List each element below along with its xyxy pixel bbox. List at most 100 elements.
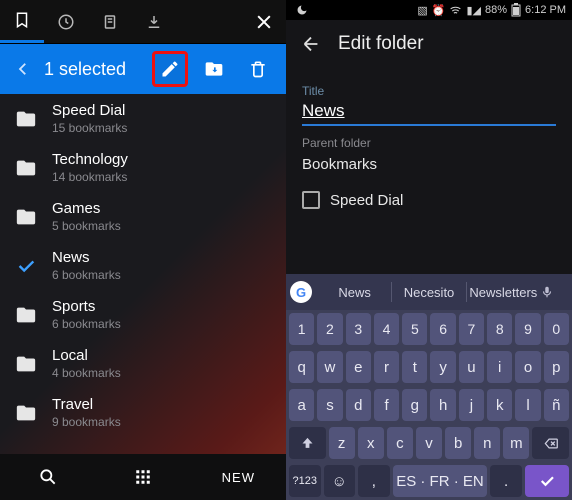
folder-sub: 9 bookmarks — [52, 415, 121, 429]
back-arrow[interactable] — [300, 33, 322, 55]
key-r[interactable]: r — [374, 351, 399, 383]
title-label: Title — [302, 84, 556, 98]
key-6[interactable]: 6 — [430, 313, 455, 345]
history-tab[interactable] — [44, 13, 88, 31]
space-key[interactable]: ES · FR · EN — [393, 465, 488, 497]
saved-pages-tab[interactable] — [88, 13, 132, 31]
key-g[interactable]: g — [402, 389, 427, 421]
shift-key[interactable] — [289, 427, 326, 459]
key-z[interactable]: z — [329, 427, 355, 459]
google-icon[interactable]: G — [290, 281, 312, 303]
folder-row[interactable]: Games 5 bookmarks — [0, 192, 286, 241]
key-b[interactable]: b — [445, 427, 471, 459]
battery-icon — [511, 3, 521, 17]
key-5[interactable]: 5 — [402, 313, 427, 345]
key-ñ[interactable]: ñ — [544, 389, 569, 421]
key-i[interactable]: i — [487, 351, 512, 383]
period-key[interactable]: . — [490, 465, 522, 497]
dnd-icon — [296, 4, 308, 16]
key-4[interactable]: 4 — [374, 313, 399, 345]
suggestion-3[interactable]: Newsletters — [469, 285, 538, 300]
suggestion-2[interactable]: Necesito — [394, 285, 463, 300]
key-d[interactable]: d — [346, 389, 371, 421]
checkbox-icon[interactable] — [302, 191, 320, 209]
backspace-key[interactable] — [532, 427, 569, 459]
folder-row[interactable]: Sports 6 bookmarks — [0, 290, 286, 339]
folder-row[interactable]: Speed Dial15 bookmarks — [0, 94, 286, 143]
key-t[interactable]: t — [402, 351, 427, 383]
edit-button[interactable] — [152, 51, 188, 87]
folder-list[interactable]: Speed Dial15 bookmarksTechnology14 bookm… — [0, 94, 286, 454]
key-j[interactable]: j — [459, 389, 484, 421]
signal-icon: ▮◢ — [466, 4, 481, 17]
key-e[interactable]: e — [346, 351, 371, 383]
folder-icon — [14, 303, 38, 327]
parent-label: Parent folder — [302, 136, 556, 150]
new-button[interactable]: NEW — [191, 470, 286, 485]
key-m[interactable]: m — [503, 427, 529, 459]
close-button[interactable] — [242, 12, 286, 32]
folder-icon — [14, 107, 38, 131]
done-key[interactable] — [525, 465, 569, 497]
speeddial-row[interactable]: Speed Dial — [302, 191, 556, 209]
key-q[interactable]: q — [289, 351, 314, 383]
apps-button[interactable] — [95, 468, 190, 486]
parent-folder[interactable]: Bookmarks — [302, 156, 556, 173]
key-o[interactable]: o — [515, 351, 540, 383]
folder-name: Local — [52, 347, 121, 364]
folder-row[interactable]: Technology14 bookmarks — [0, 143, 286, 192]
emoji-key[interactable]: ☺ — [324, 465, 356, 497]
key-v[interactable]: v — [416, 427, 442, 459]
folder-name: Technology — [52, 151, 128, 168]
key-x[interactable]: x — [358, 427, 384, 459]
speeddial-label: Speed Dial — [330, 192, 403, 209]
folder-row[interactable]: Travel9 bookmarks — [0, 388, 286, 437]
key-h[interactable]: h — [430, 389, 455, 421]
folder-sub: 6 bookmarks — [52, 317, 121, 331]
selection-count: 1 selected — [44, 59, 144, 80]
keyboard: G News Necesito Newsletters 1234567890 q… — [286, 274, 572, 500]
symbols-key[interactable]: ?123 — [289, 465, 321, 497]
bookmarks-tab[interactable] — [0, 0, 44, 43]
key-2[interactable]: 2 — [317, 313, 342, 345]
comma-key[interactable]: , — [358, 465, 390, 497]
folder-sub: 5 bookmarks — [52, 219, 121, 233]
nfc-icon: ▧ — [417, 4, 427, 17]
key-n[interactable]: n — [474, 427, 500, 459]
key-3[interactable]: 3 — [346, 313, 371, 345]
key-c[interactable]: c — [387, 427, 413, 459]
folder-row[interactable]: News6 bookmarks — [0, 241, 286, 290]
search-button[interactable] — [0, 467, 95, 487]
suggestion-1[interactable]: News — [320, 285, 389, 300]
key-a[interactable]: a — [289, 389, 314, 421]
key-l[interactable]: l — [515, 389, 540, 421]
key-0[interactable]: 0 — [544, 313, 569, 345]
key-1[interactable]: 1 — [289, 313, 314, 345]
key-w[interactable]: w — [317, 351, 342, 383]
edit-folder-pane: ▧ ⏰ ▮◢ 88% 6:12 PM Edit folder Title Par… — [286, 0, 572, 500]
key-7[interactable]: 7 — [459, 313, 484, 345]
key-s[interactable]: s — [317, 389, 342, 421]
key-8[interactable]: 8 — [487, 313, 512, 345]
folder-sub: 15 bookmarks — [52, 121, 127, 135]
folder-row[interactable]: Local4 bookmarks — [0, 339, 286, 388]
key-y[interactable]: y — [430, 351, 455, 383]
edit-form: Title Parent folder Bookmarks Speed Dial — [286, 68, 572, 209]
folder-name: Games — [52, 200, 121, 217]
title-input[interactable] — [302, 98, 556, 126]
back-button[interactable] — [10, 60, 36, 78]
suggestion-bar: G News Necesito Newsletters — [286, 274, 572, 310]
downloads-tab[interactable] — [132, 13, 176, 31]
mic-icon[interactable] — [540, 285, 568, 299]
key-f[interactable]: f — [374, 389, 399, 421]
bookmarks-pane: 1 selected Speed Dial15 bookmarksTechnol… — [0, 0, 286, 500]
folder-name: Sports — [52, 298, 121, 315]
key-k[interactable]: k — [487, 389, 512, 421]
key-u[interactable]: u — [459, 351, 484, 383]
check-icon — [14, 254, 38, 278]
move-button[interactable] — [196, 51, 232, 87]
delete-button[interactable] — [240, 51, 276, 87]
key-9[interactable]: 9 — [515, 313, 540, 345]
key-p[interactable]: p — [544, 351, 569, 383]
folder-sub: 6 bookmarks — [52, 268, 121, 282]
